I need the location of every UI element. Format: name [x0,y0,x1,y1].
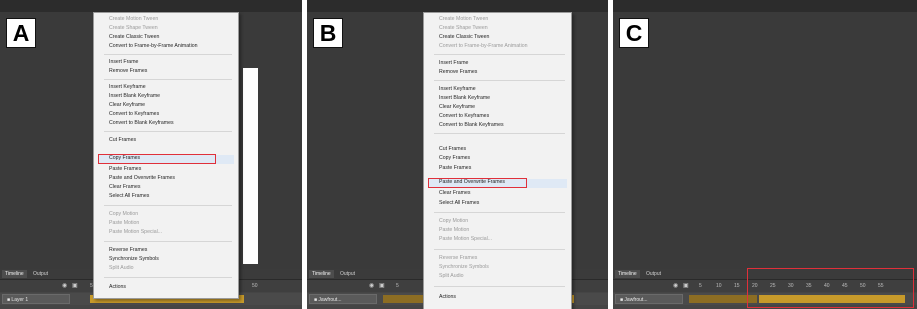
tab-output[interactable]: Output [337,270,358,278]
menu-item[interactable]: Copy Motion [439,218,468,225]
menu-item[interactable]: Remove Frames [109,68,147,75]
stage-top-bar [307,0,608,12]
menu-item[interactable]: Synchronize Symbols [439,264,489,271]
panel-c: C Timeline Output ◉ ▣ 5 10 15 20 25 30 3… [613,0,917,309]
menu-separator [104,79,232,80]
ruler-number: 50 [252,283,258,289]
layer-name[interactable]: ■ Layer 1 [2,294,70,304]
ruler-number: 15 [734,283,740,289]
menu-item[interactable]: Actions [439,294,456,301]
menu-separator [434,286,565,287]
layer-name[interactable]: ■ Jawfrout... [615,294,683,304]
ruler-number: 5 [396,283,399,289]
eye-icon[interactable]: ◉ [369,282,374,289]
menu-item[interactable]: Clear Frames [439,190,470,197]
eye-icon[interactable]: ◉ [62,282,67,289]
menu-item[interactable]: Paste Frames [439,165,471,172]
menu-item[interactable]: Clear Keyframe [439,104,475,111]
menu-item[interactable]: Paste Motion [439,227,469,234]
menu-item[interactable]: Cut Frames [109,137,136,144]
menu-separator [104,241,232,242]
menu-separator [104,277,232,278]
menu-separator [104,131,232,132]
menu-item[interactable]: Create Classic Tween [439,34,489,41]
panel-b: B Timeline Output ◉ ▣ 5 55 ■ Jawfrout...… [307,0,608,309]
lock-icon[interactable]: ▣ [683,282,689,289]
menu-item[interactable]: Cut Frames [439,146,466,153]
menu-item[interactable]: Actions [109,284,126,291]
menu-separator [434,133,565,134]
context-menu: Create Motion Tween Create Shape Tween C… [93,12,239,299]
menu-item[interactable]: Clear Keyframe [109,102,145,109]
menu-item[interactable]: Create Shape Tween [109,25,158,32]
eye-icon[interactable]: ◉ [673,282,678,289]
menu-item[interactable]: Split Audio [439,273,464,280]
context-menu: Create Motion Tween Create Shape Tween C… [423,12,572,309]
menu-item[interactable]: Insert Blank Keyframe [109,93,160,100]
tab-output[interactable]: Output [30,270,51,278]
menu-item[interactable]: Copy Frames [439,155,470,162]
ruler-number: 5 [699,283,702,289]
menu-separator [104,205,232,206]
menu-item[interactable]: Select All Frames [109,193,149,200]
menu-item[interactable]: Insert Blank Keyframe [439,95,490,102]
menu-separator [434,249,565,250]
stage-top-bar [0,0,302,12]
menu-item-paste-overwrite[interactable]: Paste and Overwrite Frames [439,179,505,186]
menu-item[interactable]: Copy Motion [109,211,138,218]
menu-item[interactable]: Convert to Keyframes [439,113,489,120]
tab-timeline[interactable]: Timeline [2,270,27,278]
panel-label-badge: C [619,18,649,48]
frame-span[interactable] [383,295,423,303]
menu-item[interactable]: Reverse Frames [439,255,477,262]
stage-top-bar [613,0,917,12]
menu-item[interactable]: Create Motion Tween [109,16,158,23]
panel-a: A Timeline Output ◉ ▣ 5 50 ■ Layer 1 Cre… [0,0,302,309]
tab-output[interactable]: Output [643,270,664,278]
menu-item[interactable]: Synchronize Symbols [109,256,159,263]
menu-item[interactable]: Convert to Blank Keyframes [439,122,504,129]
menu-separator [434,80,565,81]
menu-item[interactable]: Convert to Keyframes [109,111,159,118]
menu-item[interactable]: Create Classic Tween [109,34,159,41]
menu-item[interactable]: Insert Frame [439,60,468,67]
menu-item[interactable]: Remove Frames [439,69,477,76]
tab-timeline[interactable]: Timeline [615,270,640,278]
layer-name[interactable]: ■ Jawfrout... [309,294,377,304]
menu-item[interactable]: Convert to Blank Keyframes [109,120,174,127]
menu-item[interactable]: Insert Frame [109,59,138,66]
menu-item[interactable]: Paste and Overwrite Frames [109,175,175,182]
menu-separator [434,54,565,55]
menu-item-copy-frames[interactable]: Copy Frames [109,155,140,162]
menu-separator [104,54,232,55]
menu-item[interactable]: Create Motion Tween [439,16,488,23]
menu-item[interactable]: Convert to Frame-by-Frame Animation [109,43,198,50]
menu-item[interactable]: Select All Frames [439,200,479,207]
ruler-number: 10 [716,283,722,289]
highlight-box [747,268,914,308]
menu-item[interactable]: Clear Frames [109,184,140,191]
panel-label-badge: B [313,18,343,48]
menu-item[interactable]: Convert to Frame-by-Frame Animation [439,43,528,50]
menu-item[interactable]: Paste Motion [109,220,139,227]
menu-item[interactable]: Paste Motion Special... [439,236,492,243]
menu-item[interactable]: Insert Keyframe [109,84,146,91]
lock-icon[interactable]: ▣ [379,282,385,289]
menu-separator [434,212,565,213]
lock-icon[interactable]: ▣ [72,282,78,289]
tab-timeline[interactable]: Timeline [309,270,334,278]
menu-item[interactable]: Reverse Frames [109,247,147,254]
menu-item[interactable]: Insert Keyframe [439,86,476,93]
panel-label-badge: A [6,18,36,48]
menu-item[interactable]: Create Shape Tween [439,25,488,32]
menu-item[interactable]: Split Audio [109,265,134,272]
menu-item[interactable]: Paste Frames [109,166,141,173]
menu-item[interactable]: Paste Motion Special... [109,229,162,236]
stage-area [243,68,258,264]
